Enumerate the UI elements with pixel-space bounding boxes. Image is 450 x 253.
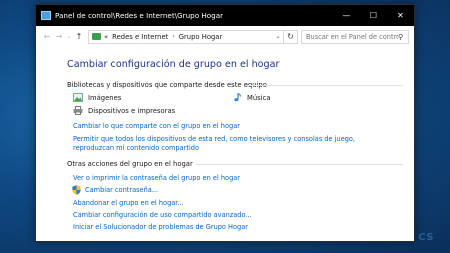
address-bar: ← → ⌄ ↑ « Redes e Internet › Grupo Hogar…: [36, 26, 414, 47]
change-password-link[interactable]: Cambiar contraseña...: [85, 186, 158, 194]
shared-item-label: Música: [247, 93, 271, 102]
refresh-button[interactable]: ↻: [284, 29, 298, 44]
breadcrumb-item-grupo-hogar[interactable]: Grupo Hogar: [179, 33, 223, 41]
search-box[interactable]: ⚲: [301, 29, 409, 44]
libraries-heading: Bibliotecas y dispositivos que comparte …: [67, 81, 267, 89]
breadcrumb[interactable]: « Redes e Internet › Grupo Hogar ⌄: [88, 29, 284, 44]
close-button[interactable]: ✕: [387, 5, 414, 26]
section-divider: [196, 164, 403, 165]
path-overflow-icon[interactable]: «: [104, 33, 108, 41]
music-icon: [234, 93, 241, 102]
advanced-sharing-link[interactable]: Cambiar configuración de uso compartido …: [73, 211, 252, 219]
other-actions-heading: Otras acciones del grupo en el hogar: [67, 160, 193, 168]
shared-item-label: Dispositivos e impresoras: [88, 106, 176, 115]
troubleshooter-link[interactable]: Iniciar el Solucionador de problemas de …: [73, 223, 248, 231]
uac-shield-icon: [72, 185, 81, 195]
maximize-button[interactable]: ☐: [360, 5, 387, 26]
section-divider: [245, 85, 403, 86]
pictures-icon: [73, 93, 83, 102]
search-input[interactable]: [302, 32, 398, 41]
minimize-button[interactable]: —: [333, 5, 360, 26]
window-title: Panel de control\Redes e Internet\Grupo …: [55, 11, 224, 20]
shared-item-musica: Música: [232, 93, 271, 102]
control-panel-window: Panel de control\Redes e Internet\Grupo …: [35, 4, 415, 242]
leave-homegroup-link[interactable]: Abandonar el grupo en el hogar...: [73, 199, 184, 207]
shared-item-imagenes: Imágenes: [73, 93, 121, 102]
allow-media-streaming-link[interactable]: Permitir que todos los dispositivos de e…: [73, 135, 373, 153]
view-print-password-link[interactable]: Ver o imprimir la contraseña del grupo e…: [73, 174, 240, 182]
title-bar[interactable]: Panel de control\Redes e Internet\Grupo …: [36, 5, 414, 26]
main-content: Cambiar configuración de grupo en el hog…: [36, 47, 414, 241]
forward-button[interactable]: →: [53, 30, 65, 44]
shared-item-dispositivos: Dispositivos e impresoras: [73, 106, 175, 115]
search-icon[interactable]: ⚲: [398, 33, 403, 41]
control-panel-icon: [41, 11, 51, 20]
up-button[interactable]: ↑: [73, 30, 85, 44]
control-panel-folder-icon: [92, 33, 101, 40]
printer-icon: [73, 106, 83, 115]
back-button[interactable]: ←: [41, 30, 53, 44]
breadcrumb-separator-icon[interactable]: ›: [172, 33, 174, 40]
watermark: CS: [418, 232, 434, 243]
shared-item-label: Imágenes: [88, 93, 122, 102]
page-title: Cambiar configuración de grupo en el hog…: [67, 59, 280, 70]
breadcrumb-item-redes[interactable]: Redes e Internet: [112, 33, 168, 41]
recent-locations-button[interactable]: ⌄: [65, 30, 73, 44]
chevron-down-icon[interactable]: ⌄: [273, 33, 283, 40]
change-sharing-link[interactable]: Cambiar lo que comparte con el grupo en …: [73, 122, 240, 130]
